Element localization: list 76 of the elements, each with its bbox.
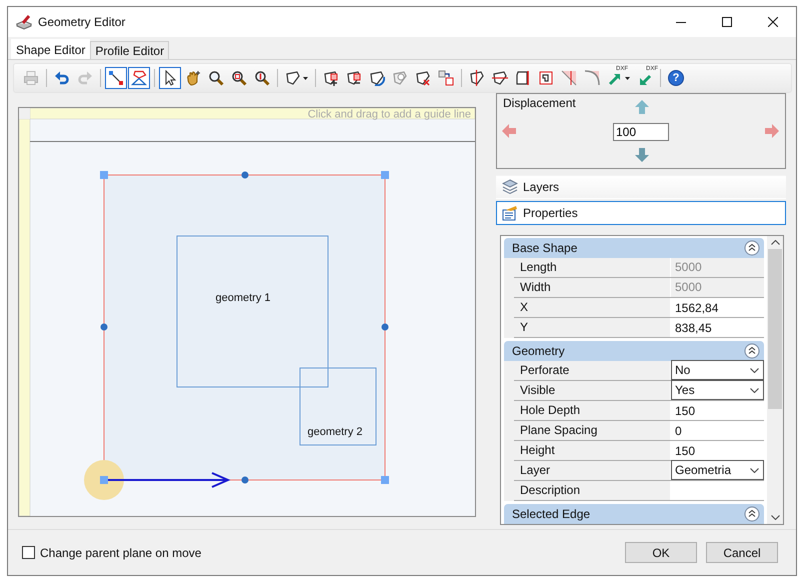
fillet-icon	[584, 70, 600, 86]
resize-handle[interactable]	[100, 171, 108, 179]
arrow-down-icon[interactable]	[635, 148, 649, 162]
shape-label: geometry 1	[215, 292, 271, 304]
collapse-icon[interactable]	[744, 506, 760, 522]
rotate-shape-icon	[369, 70, 385, 86]
displacement-field[interactable]: 100	[613, 123, 669, 141]
delete-shape-icon	[415, 70, 431, 86]
line-tool-icon	[108, 70, 124, 86]
scrollbar[interactable]	[767, 236, 783, 524]
window-title: Geometry Editor	[38, 15, 126, 29]
scroll-down-icon[interactable]	[770, 515, 780, 520]
undo-icon	[54, 70, 70, 86]
inner-square-icon	[538, 70, 554, 86]
printer-icon	[23, 70, 39, 86]
property-field[interactable]: 1562,84	[671, 298, 764, 317]
zoom-extents-icon	[254, 70, 270, 86]
property-dropdown[interactable]: Geometria	[671, 460, 764, 480]
property-dropdown[interactable]: No	[671, 360, 764, 380]
origin-marker	[84, 460, 124, 500]
add-shape-icon	[323, 70, 339, 86]
zoom-icon	[208, 70, 224, 86]
shape-label: geometry 2	[307, 426, 363, 438]
chevron-down-icon	[750, 468, 759, 472]
property-field[interactable]: 838,45	[671, 318, 764, 337]
hand-icon	[185, 70, 201, 86]
property-field[interactable]: 150	[671, 401, 764, 420]
zoom-window-icon	[231, 70, 247, 86]
collapse-icon[interactable]	[744, 240, 760, 256]
edge-handle[interactable]	[100, 324, 108, 330]
section-header[interactable]: Selected Edge	[504, 504, 764, 524]
chevron-down-icon	[750, 368, 759, 372]
editor-tab[interactable]: Profile Editor	[90, 41, 170, 59]
checkbox[interactable]	[22, 546, 35, 559]
shape-tool-icon	[131, 70, 147, 86]
shape-icon	[392, 70, 408, 86]
scroll-up-icon[interactable]	[770, 240, 780, 245]
resize-handle[interactable]	[381, 171, 389, 179]
toolbar-button[interactable]	[159, 67, 181, 89]
edge-handle[interactable]	[242, 172, 248, 178]
chevron-down-icon	[750, 388, 759, 392]
vertical-split-icon	[469, 70, 485, 86]
property-field[interactable]: 150	[671, 441, 764, 460]
property-dropdown[interactable]: Yes	[671, 380, 764, 400]
edge-handle[interactable]	[242, 476, 248, 484]
panel-item[interactable]: Properties	[496, 201, 786, 225]
maximize-icon	[722, 17, 732, 27]
collapse-icon[interactable]	[744, 343, 760, 359]
panel-item[interactable]: Layers	[496, 175, 786, 199]
move-square-icon	[438, 70, 454, 86]
section-header[interactable]: Base Shape	[504, 238, 764, 258]
resize-handle[interactable]	[100, 476, 108, 484]
property-field[interactable]	[671, 481, 764, 500]
remove-shape-icon	[346, 70, 362, 86]
close-icon	[768, 17, 778, 27]
geometry-shape[interactable]	[300, 368, 376, 446]
edge-handle[interactable]	[382, 324, 388, 330]
polygon-icon	[285, 70, 301, 86]
property-field[interactable]: 0	[671, 421, 764, 440]
properties-icon	[502, 205, 518, 221]
layers-icon	[502, 179, 518, 195]
dialog-button[interactable]: OK	[625, 542, 697, 563]
editor-tab[interactable]: Shape Editor	[11, 39, 90, 59]
section-header[interactable]: Geometry	[504, 341, 764, 361]
ruler-corner	[19, 108, 30, 119]
horizontal-split-icon	[492, 70, 508, 86]
redo-icon	[77, 70, 93, 86]
guide-hint: Click and drag to add a guide line	[308, 108, 471, 120]
resize-handle[interactable]	[381, 476, 389, 484]
move-option-checkbox[interactable]: Change parent plane on move	[22, 546, 202, 560]
toolbar-button[interactable]	[128, 67, 150, 89]
chamfer-icon	[561, 70, 577, 86]
dialog-button[interactable]: Cancel	[706, 542, 778, 563]
panel-title: Displacement	[503, 96, 576, 110]
edge-icon	[515, 70, 531, 86]
app-icon	[16, 14, 32, 30]
